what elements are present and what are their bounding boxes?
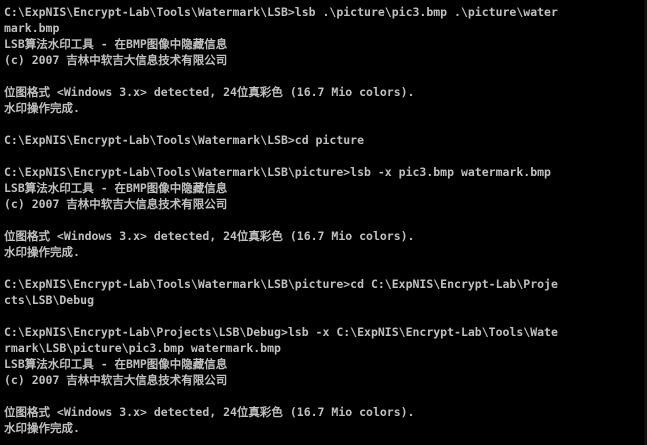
console-line: C:\ExpNIS\Encrypt-Lab\Tools\Watermark\LS… xyxy=(4,5,558,19)
console-line: 水印操作完成. xyxy=(4,245,80,259)
console-line: (c) 2007 吉林中软吉大信息技术有限公司 xyxy=(4,197,228,211)
console-line: 位图格式 <Windows 3.x> detected, 24位真彩色 (16.… xyxy=(4,229,415,243)
console-line: 水印操作完成. xyxy=(4,101,80,115)
console-line: C:\ExpNIS\Encrypt-Lab\Tools\Watermark\LS… xyxy=(4,165,551,179)
console-line: rmark\LSB\picture\pic3.bmp watermark.bmp xyxy=(4,341,281,355)
console-line: LSB算法水印工具 - 在BMP图像中隐藏信息 xyxy=(4,357,228,371)
console-line: C:\ExpNIS\Encrypt-Lab\Tools\Watermark\LS… xyxy=(4,133,365,147)
console-line: 位图格式 <Windows 3.x> detected, 24位真彩色 (16.… xyxy=(4,85,415,99)
console-line: mark.bmp xyxy=(4,21,60,35)
console-line: 位图格式 <Windows 3.x> detected, 24位真彩色 (16.… xyxy=(4,405,415,419)
console-line: cts\LSB\Debug xyxy=(4,293,95,307)
console-line: LSB算法水印工具 - 在BMP图像中隐藏信息 xyxy=(4,181,228,195)
console-line: (c) 2007 吉林中软吉大信息技术有限公司 xyxy=(4,53,228,67)
console-line: C:\ExpNIS\Encrypt-Lab\Tools\Watermark\LS… xyxy=(4,277,558,291)
console-line: C:\ExpNIS\Encrypt-Lab\Projects\LSB\Debug… xyxy=(4,325,558,339)
console-line: (c) 2007 吉林中软吉大信息技术有限公司 xyxy=(4,373,228,387)
console-line: 水印操作完成. xyxy=(4,421,80,435)
console-window[interactable]: C:\ExpNIS\Encrypt-Lab\Tools\Watermark\LS… xyxy=(0,0,647,445)
console-line: LSB算法水印工具 - 在BMP图像中隐藏信息 xyxy=(4,37,228,51)
